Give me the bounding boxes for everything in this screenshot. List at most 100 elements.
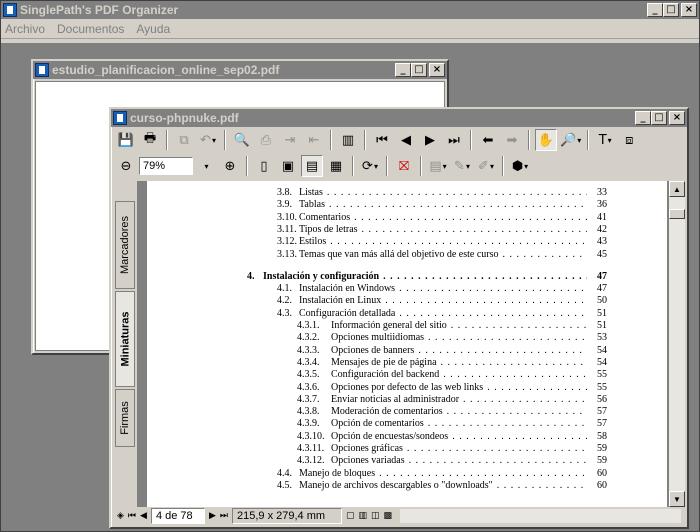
prev-page-icon[interactable]: ◀ (140, 511, 147, 521)
fit-page-icon[interactable]: ▣ (277, 155, 299, 177)
toc-entry[interactable]: 4.3.2. Opciones multiidiomas . . . . . . … (297, 332, 607, 345)
first-page-icon[interactable]: ⏮ (128, 511, 136, 521)
menu-documentos[interactable]: Documentos (57, 22, 124, 36)
toc-entry[interactable]: 4.3.4. Mensajes de pie de página . . . . … (297, 357, 607, 370)
toc-entry[interactable]: 4.3.5. Configuración del backend . . . . … (297, 369, 607, 382)
fit-visible-icon[interactable]: ▦ (325, 155, 347, 177)
document-titlebar[interactable]: curso-phpnuke.pdf _ □ × (111, 109, 687, 127)
pdf-security-icon[interactable]: ⛝ (393, 155, 415, 177)
close-button[interactable]: × (681, 3, 697, 17)
toc-page-number: 57 (597, 418, 607, 430)
minimize-button[interactable]: _ (635, 111, 651, 125)
toc-entry[interactable]: 4.3.10. Opción de encuestas/sondeos . . .… (297, 431, 607, 444)
close-button[interactable]: × (669, 111, 685, 125)
toc-entry[interactable]: 3.9. Tablas . . . . . . . . . . . . . . .… (277, 199, 607, 212)
actual-size-icon[interactable]: ▯ (253, 155, 275, 177)
menu-ayuda[interactable]: Ayuda (136, 22, 170, 36)
fit-width-icon[interactable]: ▤ (301, 155, 323, 177)
split-icon[interactable]: ◈ (117, 511, 124, 521)
snapshot-icon[interactable]: ⧈ (618, 129, 640, 151)
toc-entry[interactable]: 4.4. Manejo de bloques . . . . . . . . . … (277, 468, 607, 481)
app-titlebar[interactable]: SinglePath's PDF Organizer _ □ × (1, 1, 699, 19)
layout-icon[interactable]: ▥ (337, 129, 359, 151)
copy-icon[interactable]: ⧉ (173, 129, 195, 151)
toc-title: Instalación en Windows (299, 283, 396, 295)
undo-icon[interactable]: ↶ ▾ (197, 129, 219, 151)
extract-icon[interactable]: ⇥ (279, 129, 301, 151)
tab-marcadores[interactable]: Marcadores (115, 201, 135, 289)
toc-entry[interactable]: 3.12. Estilos . . . . . . . . . . . . . .… (277, 236, 607, 249)
minimize-button[interactable]: _ (395, 63, 411, 77)
scroll-down-button[interactable]: ▼ (669, 491, 685, 507)
last-page-icon[interactable]: ⏭ (443, 129, 465, 151)
maximize-button[interactable]: □ (663, 3, 679, 17)
zoom-in-icon[interactable]: ⊕ (219, 155, 241, 177)
scroll-thumb[interactable] (669, 209, 685, 219)
toc-entry[interactable]: 4.3.1. Información general del sitio . . … (297, 320, 607, 333)
close-button[interactable]: × (429, 63, 445, 77)
back-icon[interactable]: ⬅ (477, 129, 499, 151)
toc-entry[interactable]: 4.3.3. Opciones de banners . . . . . . . … (297, 345, 607, 358)
toc-entry[interactable]: 4.3.11. Opciones gráficas . . . . . . . .… (297, 443, 607, 456)
zoom-field[interactable]: 79% (139, 157, 193, 175)
continuous-facing-icon[interactable]: ▩ (384, 511, 393, 521)
toc-leader-dots: . . . . . . . . . . . . . . . . . . . . … (502, 248, 587, 260)
toc-number: 4.4. (277, 467, 292, 479)
find-icon[interactable]: 🔍 (231, 129, 253, 151)
toc-entry[interactable]: 4.3.7. Enviar noticias al administrador .… (297, 394, 607, 407)
tab-firmas[interactable]: Firmas (115, 389, 135, 447)
toc-number: 4.3.2. (297, 332, 320, 344)
highlight-icon[interactable]: ✐ ▾ (475, 155, 497, 177)
next-page-icon[interactable]: ▶ (419, 129, 441, 151)
forward-icon[interactable]: ➡ (501, 129, 523, 151)
tab-miniaturas[interactable]: Miniaturas (115, 291, 135, 387)
toc-leader-dots: . . . . . . . . . . . . . . . . . . . . … (496, 479, 587, 491)
toc-entry[interactable]: 3.8. Listas . . . . . . . . . . . . . . .… (277, 187, 607, 200)
horizontal-scrollbar[interactable] (400, 509, 681, 523)
prev-page-icon[interactable]: ◀ (395, 129, 417, 151)
last-page-icon[interactable]: ⏭ (220, 511, 228, 521)
minimize-button[interactable]: _ (647, 3, 663, 17)
toc-entry[interactable]: 4.3.6. Opciones por defecto de las web li… (297, 382, 607, 395)
continuous-icon[interactable]: ▥ (359, 511, 368, 521)
toc-entry[interactable]: 3.10. Comentarios . . . . . . . . . . . .… (277, 212, 607, 225)
next-page-icon[interactable]: ▶ (209, 511, 216, 521)
toc-entry[interactable]: 4.2. Instalación en Linux . . . . . . . .… (277, 295, 607, 308)
maximize-button[interactable]: □ (411, 63, 427, 77)
toc-entry[interactable]: 4.3.9. Opción de comentarios . . . . . . … (297, 418, 607, 431)
rotate-icon[interactable]: ⟳ ▾ (359, 155, 381, 177)
document-titlebar[interactable]: estudio_planificacion_online_sep02.pdf _… (33, 61, 447, 79)
save-icon[interactable]: 💾 (115, 129, 137, 151)
maximize-button[interactable]: □ (651, 111, 667, 125)
page-number-field[interactable]: 4 de 78 (150, 508, 205, 524)
menu-archivo[interactable]: Archivo (5, 22, 45, 36)
toc-entry[interactable]: 4.3. Configuración detallada . . . . . . … (277, 308, 607, 321)
toc-entry[interactable]: 4. Instalación y configuración . . . . . … (247, 271, 607, 284)
zoom-tool-icon[interactable]: 🔎 ▾ (559, 129, 582, 151)
text-select-icon[interactable]: T ▾ (594, 129, 616, 151)
facing-icon[interactable]: ◫ (371, 511, 380, 521)
pencil-icon[interactable]: ✎ ▾ (451, 155, 473, 177)
scroll-up-button[interactable]: ▲ (669, 181, 685, 197)
toc-entry[interactable]: 3.13. Temas que van más allá del objetivo… (277, 249, 607, 262)
toc-page-number: 41 (597, 211, 607, 223)
hand-tool-icon[interactable]: ✋ (535, 129, 557, 151)
document-view[interactable]: 3.8. Listas . . . . . . . . . . . . . . .… (137, 181, 671, 507)
first-page-icon[interactable]: ⏮ (371, 129, 393, 151)
vertical-scrollbar[interactable]: ▲ ▼ (669, 181, 685, 507)
toc-entry[interactable]: 4.5. Manejo de archivos descargables o "d… (277, 480, 607, 493)
toc-entry[interactable]: 4.3.8. Moderación de comentarios . . . . … (297, 406, 607, 419)
toc-leader-dots: . . . . . . . . . . . . . . . . . . . . … (408, 455, 587, 467)
document-window-front[interactable]: curso-phpnuke.pdf _ □ × 💾 🖶 ⧉ ↶ ▾ 🔍 ⎙ ⇥ ⇤ (109, 107, 689, 529)
single-page-icon[interactable]: ▢ (346, 511, 355, 521)
toc-entry[interactable]: 4.3.12. Opciones variadas . . . . . . . .… (297, 455, 607, 468)
toc-entry[interactable]: 3.11. Tipos de letras . . . . . . . . . .… (277, 224, 607, 237)
insert-icon[interactable]: ⇤ (303, 129, 325, 151)
note-icon[interactable]: ▤ ▾ (427, 155, 449, 177)
zoom-out-icon[interactable]: ⊖ (115, 155, 137, 177)
pages-icon[interactable]: ⎙ (255, 129, 277, 151)
stamp-icon[interactable]: ⬢ ▾ (509, 155, 531, 177)
zoom-dropdown-icon[interactable]: ▾ (195, 155, 217, 177)
toc-entry[interactable]: 4.1. Instalación en Windows . . . . . . .… (277, 283, 607, 296)
print-icon[interactable]: 🖶 (139, 129, 161, 151)
